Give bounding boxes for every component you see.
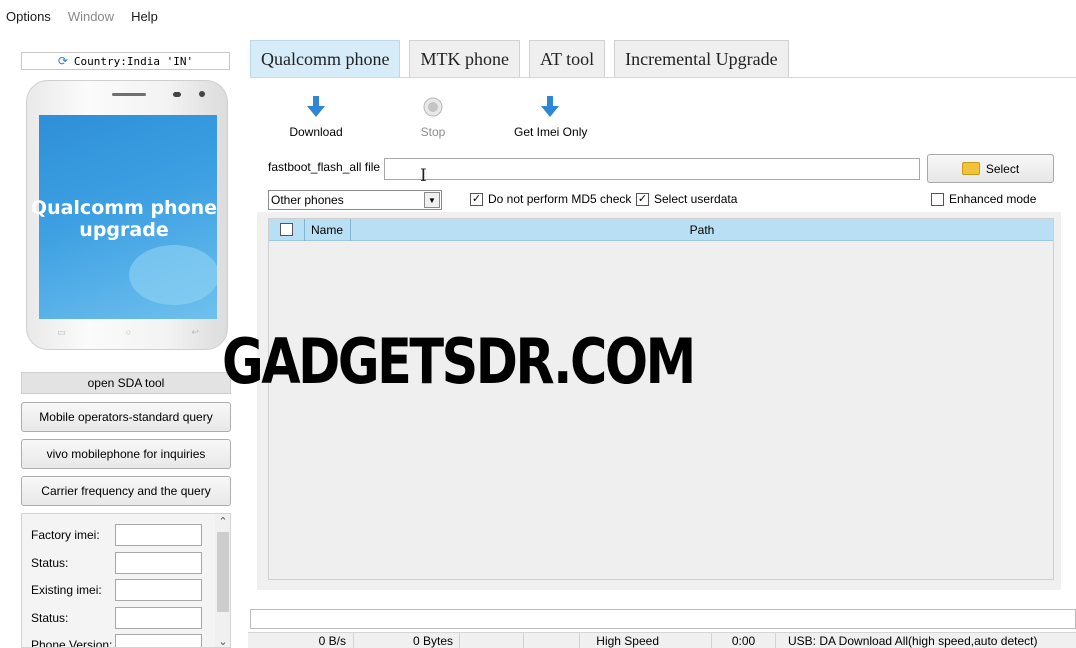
status-field[interactable]	[115, 552, 202, 574]
tab-bar: Qualcomm phone MTK phone AT tool Increme…	[250, 40, 798, 78]
left-panel: ⟳ Country:India 'IN' ▭ ○ ↩ Qualcomm phone …	[0, 32, 248, 648]
phone-keys: ▭ ○ ↩	[57, 327, 199, 337]
text-cursor-icon: I	[420, 166, 427, 186]
usb-status: USB: DA Download All(high speed,auto det…	[788, 634, 1038, 648]
factory-imei-field[interactable]	[115, 524, 202, 546]
download-arrow-icon	[288, 96, 344, 118]
tab-qualcomm-phone[interactable]: Qualcomm phone	[250, 40, 401, 78]
progress-bar	[250, 609, 1076, 629]
enhanced-mode-option[interactable]: Enhanced mode	[931, 192, 1036, 206]
info-row: Status:	[31, 607, 206, 629]
country-indicator[interactable]: ⟳ Country:India 'IN'	[21, 52, 230, 70]
menu-help[interactable]: Help	[131, 9, 158, 24]
enhanced-checkbox[interactable]	[931, 192, 944, 206]
phone-version-label: Phone Version:	[31, 638, 113, 648]
download-label: Download	[289, 125, 343, 139]
info-scrollbar[interactable]: ⌃ ⌄	[215, 514, 230, 647]
stop-icon	[413, 96, 453, 118]
tab-at-tool[interactable]: AT tool	[528, 40, 606, 78]
phone-sensor	[173, 92, 181, 97]
tab-incremental-upgrade[interactable]: Incremental Upgrade	[614, 40, 789, 78]
menu-bar: Options Window Help	[0, 0, 1076, 32]
transfer-speed: 0 B/s	[248, 633, 354, 648]
info-row: Status:	[31, 552, 206, 574]
refresh-icon: ⟳	[57, 54, 68, 68]
info-row: Phone Version:	[31, 634, 206, 648]
phone-speaker	[112, 93, 146, 96]
phone-type-value: Other phones	[271, 193, 344, 207]
phone-title: Qualcomm phone upgrade	[30, 197, 218, 241]
status-label: Status:	[31, 611, 69, 625]
flash-file-label: fastboot_flash_all file	[268, 160, 381, 174]
menu-options[interactable]: Options	[6, 9, 51, 24]
existing-imei-field[interactable]	[115, 579, 202, 601]
phone-type-dropdown[interactable]: Other phones ▼	[268, 190, 442, 210]
flash-file-input[interactable]	[384, 158, 920, 180]
grid-header: Name Path	[269, 218, 1053, 241]
elapsed-time: 0:00	[712, 633, 776, 648]
imei-info-panel: Factory imei: Status: Existing imei: Sta…	[21, 513, 231, 648]
transfer-bytes: 0 Bytes	[354, 633, 460, 648]
download-arrow-icon	[514, 96, 586, 118]
stop-button[interactable]: Stop	[413, 96, 453, 139]
chevron-down-icon[interactable]: ⌄	[215, 635, 230, 647]
country-label: Country:India 'IN'	[73, 54, 194, 68]
tab-divider	[250, 77, 1076, 78]
status-field[interactable]	[115, 607, 202, 629]
info-row: Factory imei:	[31, 524, 206, 546]
select-all-cell[interactable]	[269, 218, 305, 241]
factory-imei-label: Factory imei:	[31, 528, 100, 542]
tab-mtk-phone[interactable]: MTK phone	[409, 40, 520, 78]
status-bar: 0 B/s 0 Bytes High Speed 0:00 USB: DA Do…	[248, 632, 1076, 648]
select-label: Select	[985, 161, 1020, 176]
select-all-checkbox[interactable]	[280, 223, 293, 236]
phone-camera	[199, 91, 205, 97]
folder-icon	[961, 162, 980, 175]
open-sda-tool-button[interactable]: open SDA tool	[21, 372, 231, 394]
select-userdata-option[interactable]: ✓ Select userdata	[636, 192, 737, 206]
existing-imei-label: Existing imei:	[31, 583, 102, 597]
carrier-frequency-button[interactable]: Carrier frequency and the query	[21, 476, 231, 506]
operators-query-button[interactable]: Mobile operators-standard query	[21, 402, 231, 432]
select-file-button[interactable]: Select	[927, 154, 1054, 183]
chevron-up-icon[interactable]: ⌃	[215, 515, 230, 528]
menu-window[interactable]: Window	[68, 9, 114, 24]
get-imei-label: Get Imei Only	[514, 125, 588, 139]
dropdown-arrow-icon[interactable]: ▼	[424, 192, 440, 208]
column-path-header[interactable]: Path	[351, 223, 1053, 237]
md5-checkbox[interactable]: ✓	[470, 192, 483, 206]
md5-check-label: Do not perform MD5 check	[488, 192, 632, 206]
stop-label: Stop	[420, 125, 446, 139]
get-imei-button[interactable]: Get Imei Only	[514, 96, 588, 139]
info-row: Existing imei:	[31, 579, 206, 601]
status-empty	[524, 633, 580, 648]
download-button[interactable]: Download	[288, 96, 344, 139]
speed-mode: High Speed	[580, 633, 712, 648]
userdata-checkbox[interactable]: ✓	[636, 192, 649, 206]
column-name-header[interactable]: Name	[305, 218, 351, 241]
status-empty	[460, 633, 524, 648]
vivo-inquiries-button[interactable]: vivo mobilephone for inquiries	[21, 439, 231, 469]
md5-check-option[interactable]: ✓ Do not perform MD5 check	[470, 192, 631, 206]
select-userdata-label: Select userdata	[654, 192, 738, 206]
watermark-text: GADGETSDR.COM	[222, 325, 696, 398]
enhanced-mode-label: Enhanced mode	[949, 192, 1037, 206]
scroll-thumb[interactable]	[217, 532, 229, 612]
phone-version-field[interactable]	[115, 634, 202, 647]
status-label: Status:	[31, 556, 69, 570]
